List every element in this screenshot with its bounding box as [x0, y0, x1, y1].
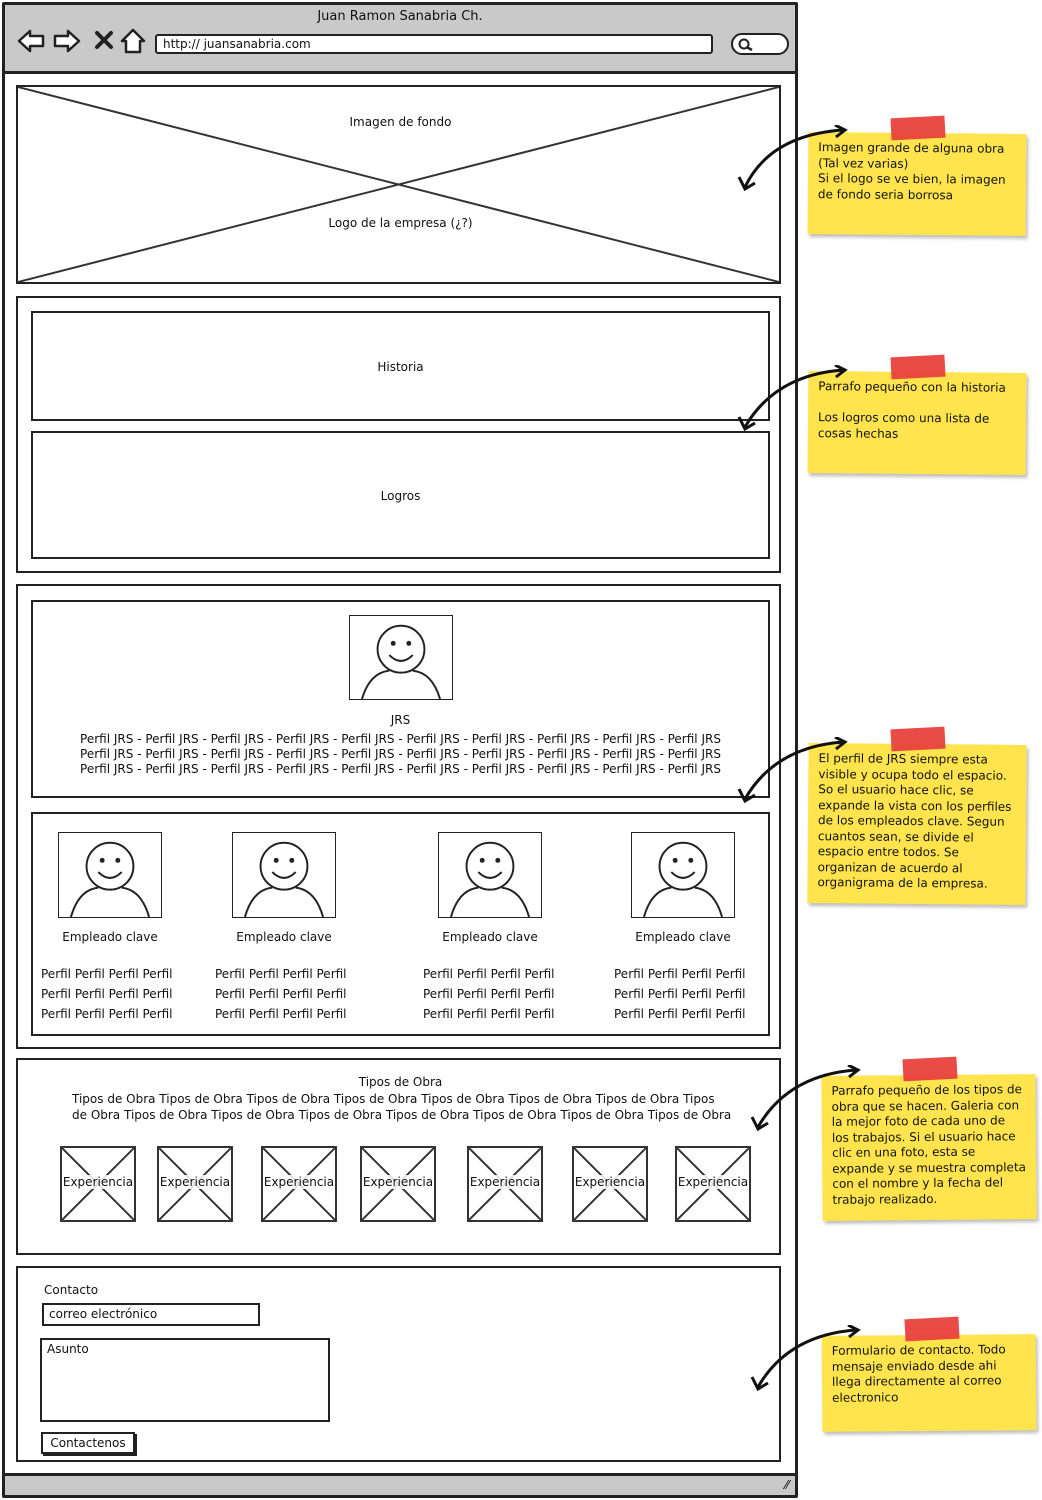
works-section: Tipos de Obra Tipos de Obra Tipos de Obr…: [16, 1058, 781, 1255]
employee-name: Empleado clave: [635, 930, 731, 944]
status-bar: ⁄⁄: [5, 1473, 795, 1495]
employee-profile-line: Perfil Perfil Perfil Perfil: [423, 1007, 555, 1021]
forward-arrow-icon[interactable]: [53, 27, 81, 55]
browser-window: Juan Ramon Sanabria Ch. http:// juansana…: [2, 2, 798, 1498]
works-description-line: de Obra Tipos de Obra Tipos de Obra Tipo…: [72, 1108, 732, 1122]
close-icon[interactable]: [91, 27, 119, 55]
tape-decoration: [890, 726, 946, 752]
resize-grip-icon[interactable]: ⁄⁄: [785, 1478, 789, 1492]
employee-profile: Perfil Perfil Perfil Perfil Perfil Perfi…: [423, 964, 573, 1024]
arrow-icon: [737, 737, 848, 804]
home-icon[interactable]: [119, 27, 147, 55]
work-thumbnail-caption: Experiencia: [159, 1175, 231, 1189]
main-profile-card[interactable]: JRS Perfil JRS - Perfil JRS - Perfil JRS…: [31, 600, 770, 798]
jrs-profile-line: Perfil JRS - Perfil JRS - Perfil JRS - P…: [80, 747, 721, 761]
employee-avatar[interactable]: [438, 832, 542, 918]
search-input[interactable]: [731, 33, 789, 55]
arrow-icon: [750, 1325, 861, 1392]
arrow-icon: [737, 365, 848, 432]
employee-profile: Perfil Perfil Perfil Perfil Perfil Perfi…: [215, 964, 365, 1024]
back-arrow-icon[interactable]: [17, 27, 45, 55]
works-description: Tipos de Obra Tipos de Obra Tipos de Obr…: [48, 1091, 748, 1123]
subject-textarea[interactable]: Asunto: [40, 1338, 330, 1422]
works-title: Tipos de Obra: [358, 1075, 443, 1089]
work-thumbnail-caption: Experiencia: [677, 1175, 749, 1189]
history-panel: Historia: [31, 311, 770, 421]
employee-avatar[interactable]: [58, 832, 162, 918]
employee-profile: Perfil Perfil Perfil Perfil Perfil Perfi…: [614, 964, 764, 1024]
employee-profile-line: Perfil Perfil Perfil Perfil: [215, 967, 347, 981]
hero-section: Imagen de fondo Logo de la empresa (¿?): [16, 85, 781, 284]
work-thumbnail[interactable]: Experiencia: [60, 1146, 136, 1222]
contact-section: Contacto correo electrónico Asunto Conta…: [16, 1266, 781, 1462]
employee-profile-line: Perfil Perfil Perfil Perfil: [215, 1007, 347, 1021]
tape-decoration: [890, 354, 946, 380]
work-thumbnail[interactable]: Experiencia: [360, 1146, 436, 1222]
work-thumbnail-caption: Experiencia: [574, 1175, 646, 1189]
jrs-profile-line: Perfil JRS - Perfil JRS - Perfil JRS - P…: [80, 732, 721, 746]
works-description-line: Tipos de Obra Tipos de Obra Tipos de Obr…: [72, 1092, 715, 1106]
about-section: Historia Logros: [16, 296, 781, 573]
history-label: Historia: [377, 360, 424, 374]
jrs-avatar: [349, 615, 453, 700]
arrow-icon: [750, 1065, 861, 1132]
employee-avatar[interactable]: [631, 832, 735, 918]
employee-name: Empleado clave: [62, 930, 158, 944]
jrs-name: JRS: [390, 713, 411, 727]
employee-avatar[interactable]: [232, 832, 336, 918]
hero-background-label: Imagen de fondo: [349, 115, 452, 129]
employee-name: Empleado clave: [236, 930, 332, 944]
work-thumbnail[interactable]: Experiencia: [261, 1146, 337, 1222]
browser-chrome: Juan Ramon Sanabria Ch. http:// juansana…: [5, 5, 795, 74]
work-thumbnail-caption: Experiencia: [62, 1175, 134, 1189]
address-bar[interactable]: http:// juansanabria.com: [155, 34, 713, 54]
email-field[interactable]: correo electrónico: [42, 1303, 260, 1326]
work-thumbnail[interactable]: Experiencia: [157, 1146, 233, 1222]
employee-name: Empleado clave: [442, 930, 538, 944]
tape-decoration: [902, 1056, 958, 1082]
employee-profile-line: Perfil Perfil Perfil Perfil: [614, 987, 746, 1001]
achievements-panel: Logros: [31, 431, 770, 559]
arrow-icon: [737, 125, 848, 192]
employee-profile-line: Perfil Perfil Perfil Perfil: [614, 967, 746, 981]
hero-logo-label: Logo de la empresa (¿?): [328, 216, 473, 230]
work-thumbnail[interactable]: Experiencia: [572, 1146, 648, 1222]
work-thumbnail[interactable]: Experiencia: [675, 1146, 751, 1222]
search-icon: [738, 38, 753, 52]
employee-profile-line: Perfil Perfil Perfil Perfil: [423, 967, 555, 981]
tape-decoration: [904, 1316, 960, 1342]
employee-profile-line: Perfil Perfil Perfil Perfil: [215, 987, 347, 1001]
tape-decoration: [890, 115, 946, 141]
jrs-profile-text: Perfil JRS - Perfil JRS - Perfil JRS - P…: [33, 732, 768, 777]
employee-profile: Perfil Perfil Perfil Perfil Perfil Perfi…: [41, 964, 191, 1024]
work-thumbnail[interactable]: Experiencia: [467, 1146, 543, 1222]
achievements-label: Logros: [380, 489, 421, 503]
employee-profile-line: Perfil Perfil Perfil Perfil: [423, 987, 555, 1001]
work-thumbnail-caption: Experiencia: [362, 1175, 434, 1189]
employee-profile-line: Perfil Perfil Perfil Perfil: [614, 1007, 746, 1021]
contact-title: Contacto: [44, 1283, 99, 1297]
jrs-profile-line: Perfil JRS - Perfil JRS - Perfil JRS - P…: [80, 762, 721, 776]
work-thumbnail-caption: Experiencia: [469, 1175, 541, 1189]
window-title: Juan Ramon Sanabria Ch.: [317, 9, 483, 24]
team-section: JRS Perfil JRS - Perfil JRS - Perfil JRS…: [16, 584, 781, 1049]
employees-panel: Empleado clave Perfil Perfil Perfil Perf…: [31, 812, 770, 1036]
employee-profile-line: Perfil Perfil Perfil Perfil: [41, 1007, 173, 1021]
work-thumbnail-caption: Experiencia: [263, 1175, 335, 1189]
contact-submit-button[interactable]: Contactenos: [41, 1432, 135, 1454]
employee-profile-line: Perfil Perfil Perfil Perfil: [41, 987, 173, 1001]
employee-profile-line: Perfil Perfil Perfil Perfil: [41, 967, 173, 981]
